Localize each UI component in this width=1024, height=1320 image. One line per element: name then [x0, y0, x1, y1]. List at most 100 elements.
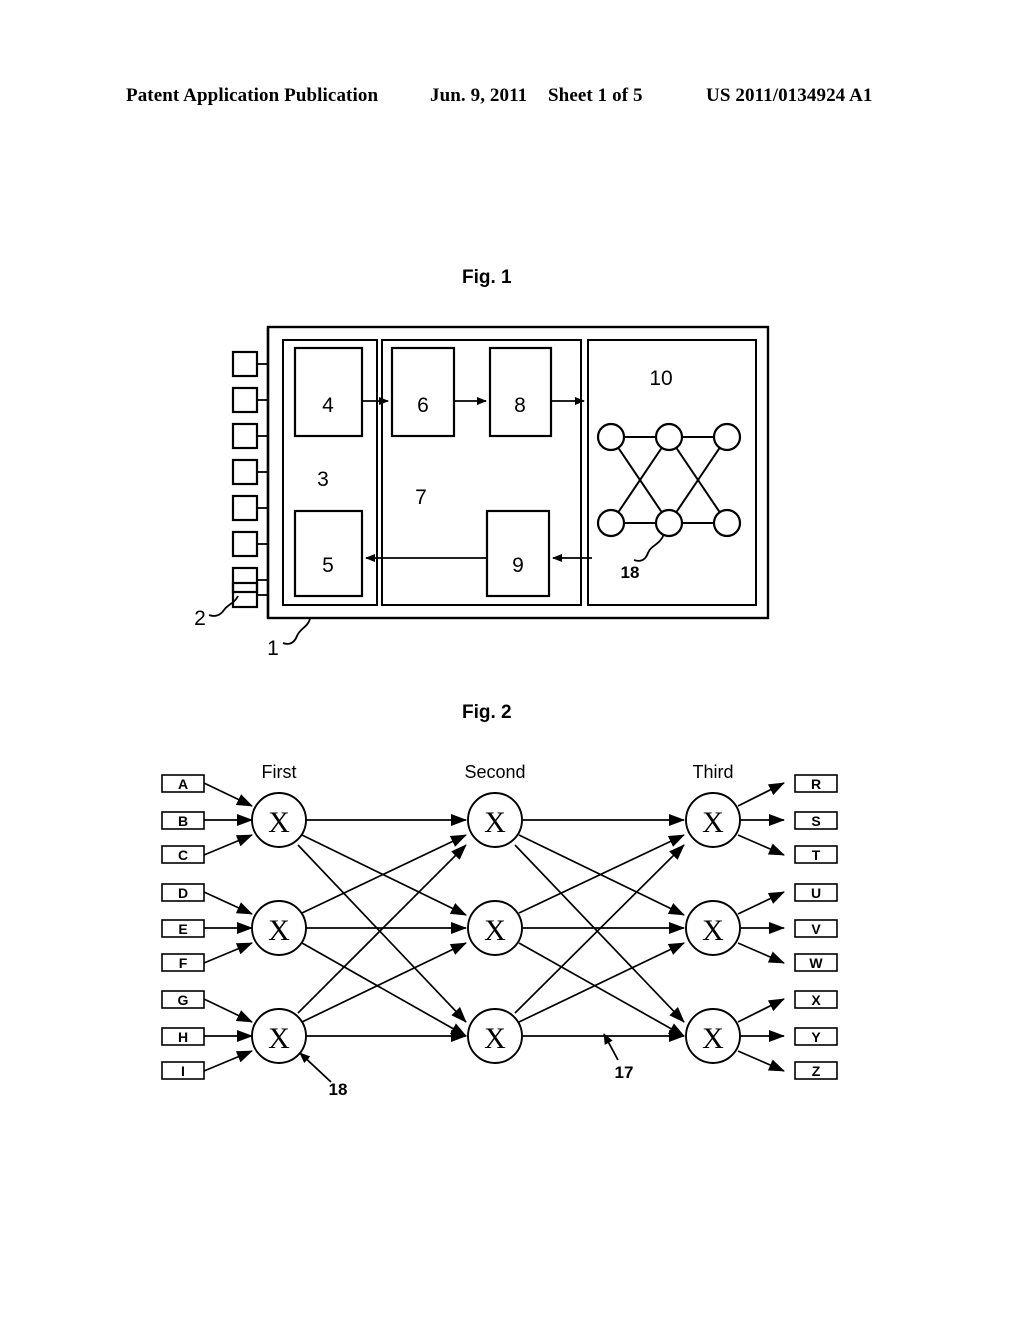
fig2-output-label: W [809, 955, 823, 971]
fig1-panel-10-label: 10 [649, 367, 672, 390]
fig1-terminal-square [231, 566, 259, 594]
fig2-node [685, 1008, 741, 1064]
fig2-output-box [794, 811, 838, 830]
fig1-ref-2-label: 2 [194, 607, 206, 630]
fig2-node-glyph: X [702, 914, 724, 947]
fig1-network-node [596, 422, 626, 452]
fig1-terminal-group [231, 350, 268, 609]
fig2-input-label: A [178, 776, 188, 792]
figure-2-caption: Fig. 2 [462, 702, 512, 723]
fig2-input-box [161, 990, 205, 1009]
fig2-leader-18 [299, 1052, 332, 1083]
fig1-network-node [712, 422, 742, 452]
fig1-network-node [654, 422, 684, 452]
fig2-ref-17-label: 17 [615, 1063, 634, 1082]
fig1-panel-3-label: 3 [317, 468, 329, 491]
fig2-input-box [161, 919, 205, 938]
fig2-node [685, 792, 741, 848]
fig2-input-label: E [178, 921, 187, 937]
fig1-block-5-label: 5 [322, 554, 334, 577]
fig2-layer-label-third: Third [692, 762, 733, 782]
fig2-input-label: H [178, 1029, 188, 1045]
fig2-node-glyph: X [702, 806, 724, 839]
fig1-terminal-square [231, 350, 259, 378]
fig2-output-label: Z [812, 1063, 821, 1079]
fig2-input-label: B [178, 813, 188, 829]
fig2-output-label: R [811, 776, 821, 792]
fig2-input-box [161, 953, 205, 972]
fig2-node [685, 900, 741, 956]
fig2-input-label: F [179, 955, 188, 971]
fig2-node [467, 1008, 523, 1064]
fig2-node-glyph: X [268, 1022, 290, 1055]
fig2-output-box [794, 883, 838, 902]
fig2-output-label: U [811, 885, 821, 901]
fig1-terminal-square [231, 386, 259, 414]
fig1-node-network [596, 422, 742, 538]
fig2-node-layer-2: X X X [467, 792, 523, 1064]
fig2-output-label: V [811, 921, 821, 937]
fig1-panel-7-label: 7 [415, 486, 427, 509]
fig2-ref-18-label: 18 [329, 1080, 348, 1099]
fig2-output-label: Y [811, 1029, 821, 1045]
fig1-terminal-square [231, 530, 259, 558]
fig1-terminal-square [231, 422, 259, 450]
fig2-input-box [161, 883, 205, 902]
fig2-output-group: R S T U V W X Y Z [794, 774, 838, 1080]
fig2-node-glyph: X [484, 806, 506, 839]
fig1-block-6 [390, 346, 456, 438]
fig1-leader-1 [282, 618, 311, 645]
fig1-block-4-label: 4 [322, 394, 334, 417]
fig2-node-glyph: X [484, 1022, 506, 1055]
fig2-node [251, 792, 307, 848]
fig1-terminal-square [231, 458, 259, 486]
fig2-output-label: S [811, 813, 820, 829]
figure-1-diagram: 4 5 3 6 8 9 7 10 18 2 1 [194, 325, 770, 660]
fig2-input-label: I [181, 1063, 185, 1079]
fig1-terminal-square [231, 581, 259, 609]
fig2-node [251, 900, 307, 956]
fig2-interconnect-layer1-layer2 [297, 814, 467, 1042]
fig2-output-label: X [811, 992, 821, 1008]
fig2-output-box [794, 919, 838, 938]
fig2-input-box [161, 1061, 205, 1080]
fig1-block-4 [293, 346, 364, 438]
fig1-network-node [596, 508, 626, 538]
fig2-node-glyph: X [702, 1022, 724, 1055]
fig2-output-box [794, 845, 838, 864]
fig2-node [467, 792, 523, 848]
fig1-ref-1-label: 1 [267, 637, 279, 660]
fig2-node [467, 900, 523, 956]
fig2-node-layer-3: X X X [685, 792, 741, 1064]
fig2-leader-17 [603, 1033, 619, 1061]
fig2-node-glyph: X [268, 806, 290, 839]
fig1-block-9-label: 9 [512, 554, 524, 577]
fig1-ref-18-label: 18 [621, 563, 640, 582]
fig1-block-8 [488, 346, 553, 438]
fig2-node-glyph: X [484, 914, 506, 947]
fig2-output-box [794, 774, 838, 793]
fig1-block-8-label: 8 [514, 394, 526, 417]
fig2-output-box [794, 953, 838, 972]
fig2-layer-label-second: Second [464, 762, 525, 782]
fig2-node-layer-1: X X X [251, 792, 307, 1064]
fig1-leader-18 [633, 533, 665, 562]
fig2-input-arrows [203, 782, 253, 1072]
fig2-output-arrows [737, 782, 785, 1072]
fig2-node-glyph: X [268, 914, 290, 947]
fig1-network-node [712, 508, 742, 538]
fig1-block-6-label: 6 [417, 394, 429, 417]
fig2-output-box [794, 1061, 838, 1080]
fig1-terminal-square [231, 494, 259, 522]
fig2-output-box [794, 990, 838, 1009]
fig2-input-box [161, 1027, 205, 1046]
fig2-output-box [794, 1027, 838, 1046]
fig2-input-box [161, 811, 205, 830]
fig2-node [251, 1008, 307, 1064]
fig2-input-box [161, 774, 205, 793]
fig2-input-label: C [178, 847, 188, 863]
fig2-layer-label-first: First [262, 762, 297, 782]
fig2-input-label: G [178, 992, 189, 1008]
fig2-input-group: A B C D E F G H I [161, 774, 205, 1080]
fig2-input-box [161, 845, 205, 864]
